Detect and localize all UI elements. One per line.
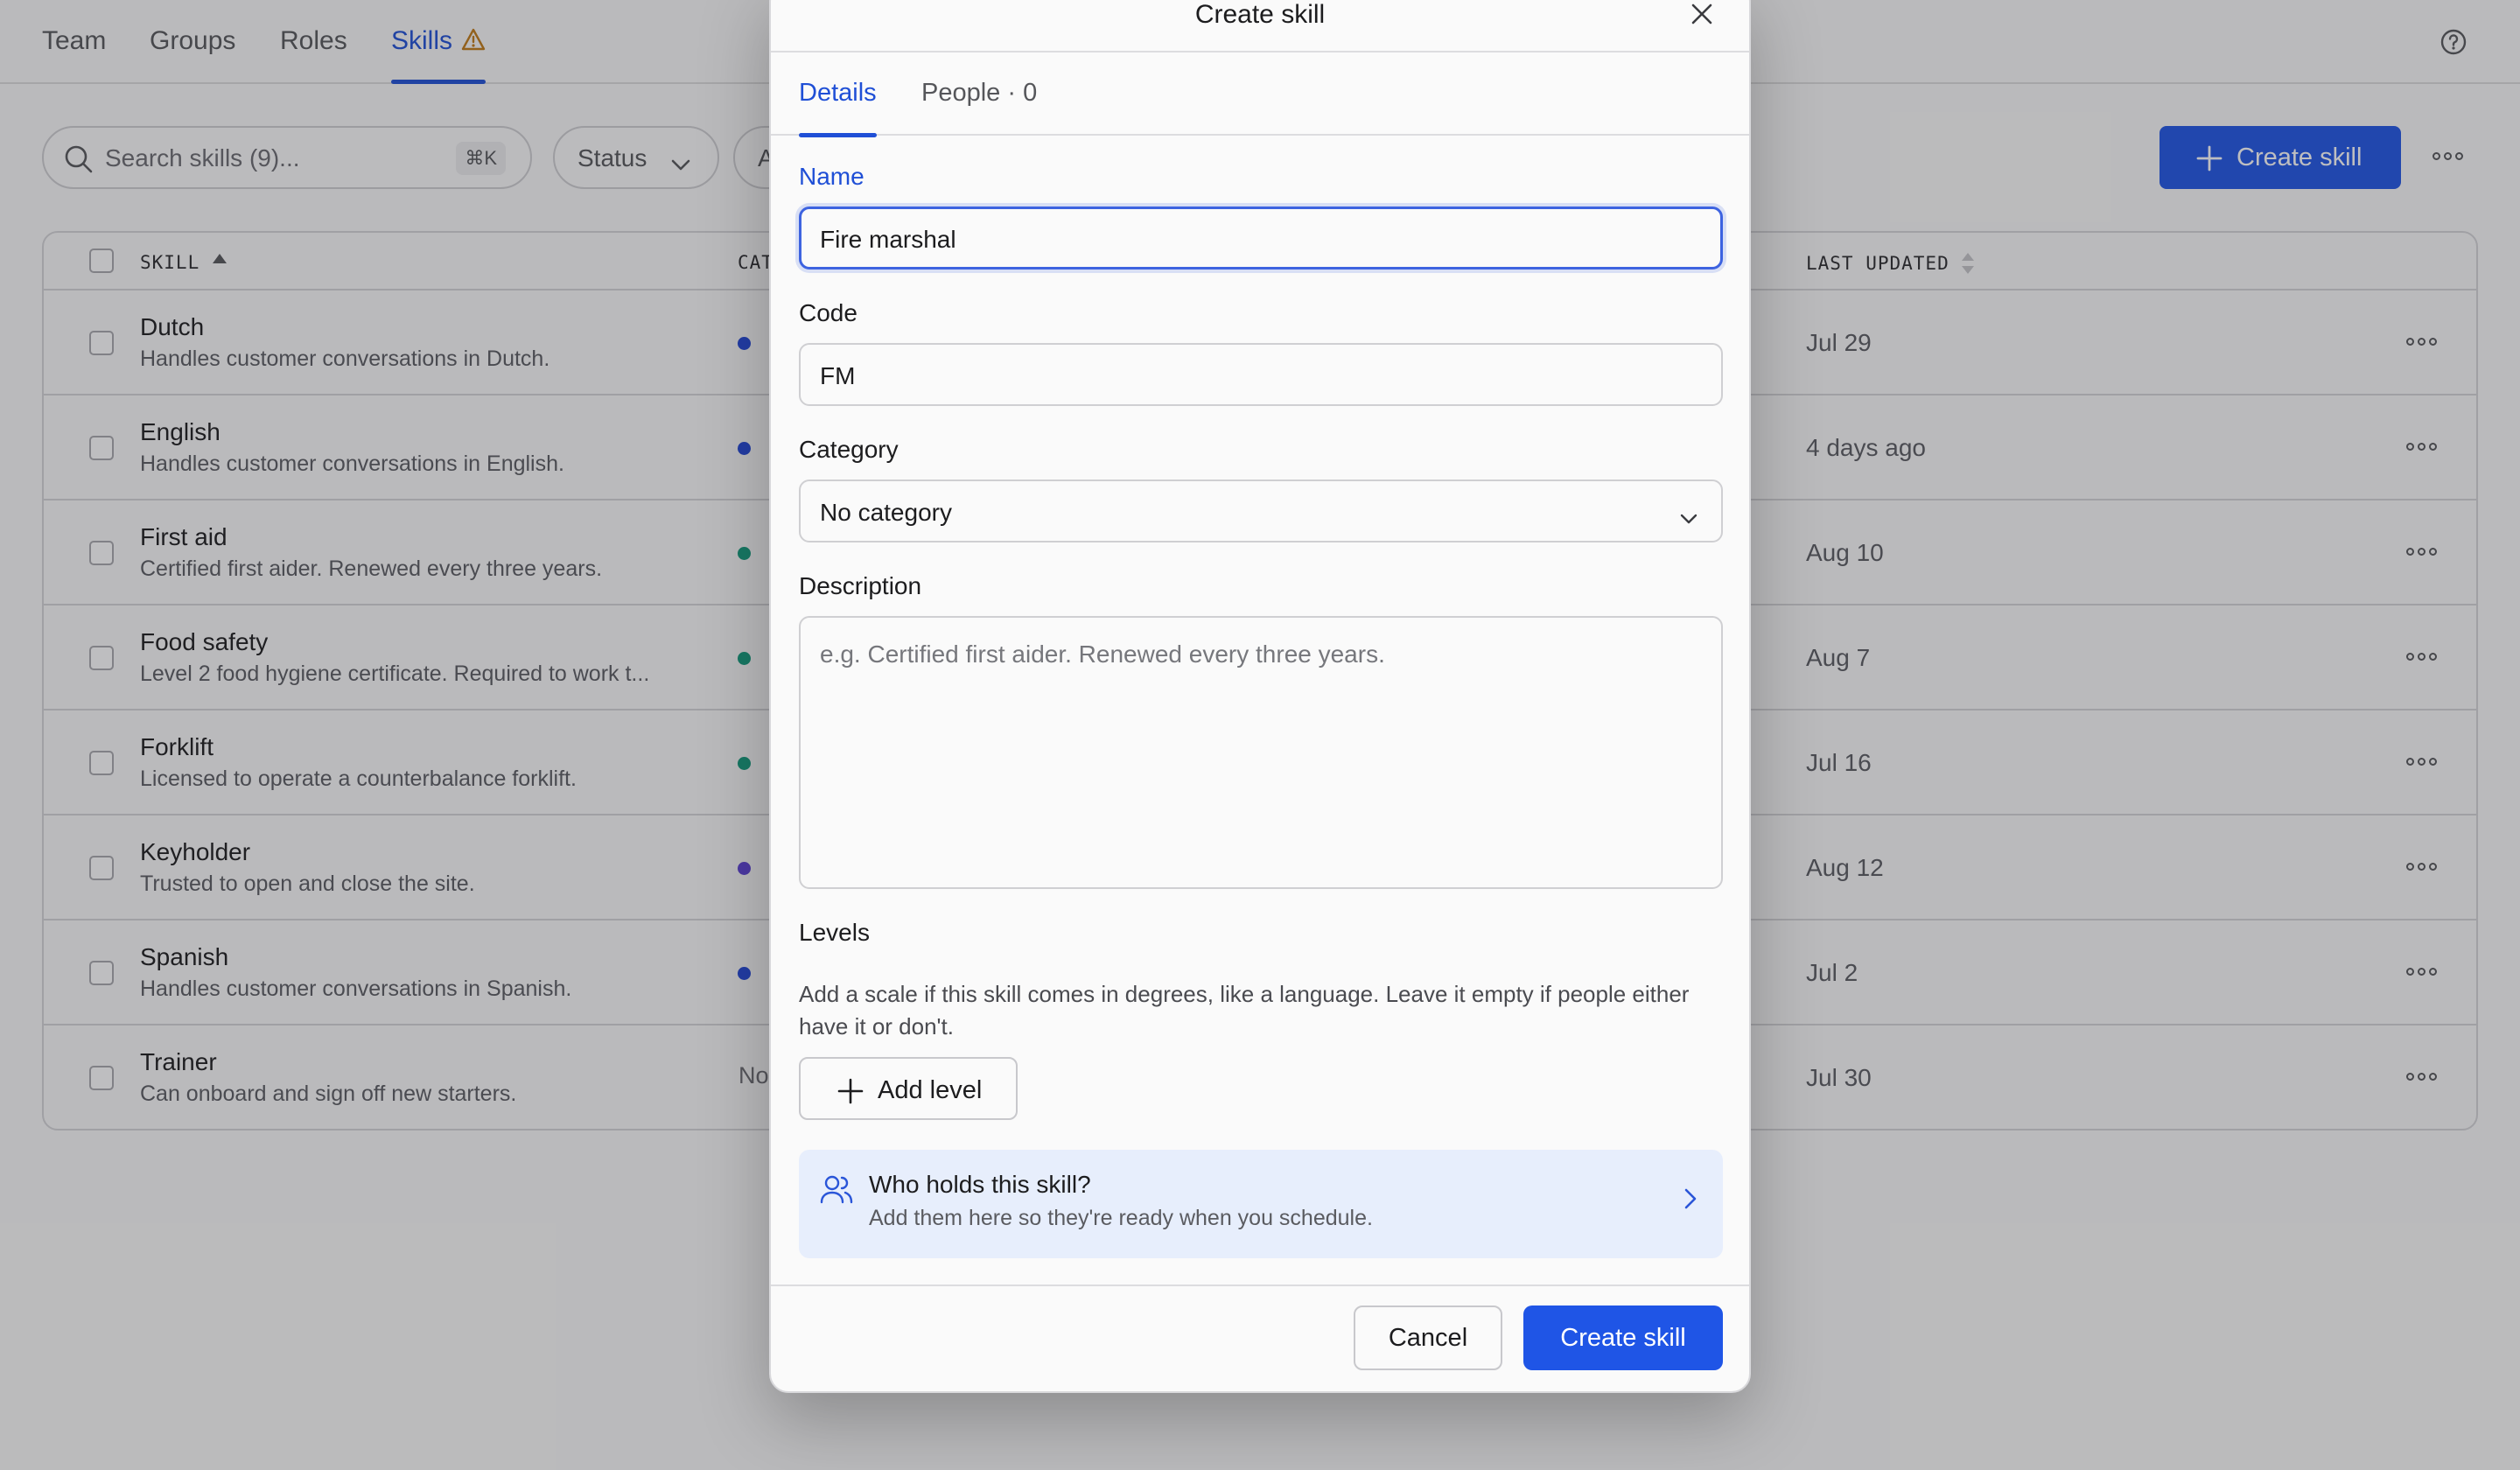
dialog-header: Create skill <box>771 0 1749 52</box>
code-field[interactable]: FM <box>799 343 1723 406</box>
people-icon <box>820 1174 853 1208</box>
dialog-footer: Cancel Create skill <box>771 1284 1749 1391</box>
plus-icon <box>837 1078 864 1111</box>
tab-details[interactable]: Details <box>799 79 877 137</box>
dialog-title: Create skill <box>1194 0 1326 29</box>
code-label: Code <box>799 299 858 326</box>
create-skill-dialog: Create skill Details People · 0 Name Fir… <box>769 0 1751 1393</box>
category-select[interactable]: No category <box>799 480 1723 542</box>
add-level-button[interactable]: Add level <box>799 1057 1018 1120</box>
add-level-label: Add level <box>878 1076 983 1104</box>
dialog-tabs: Details People · 0 <box>771 52 1749 137</box>
chevron-right-icon <box>1683 1186 1698 1215</box>
who-title: Who holds this skill? <box>869 1171 1091 1198</box>
create-skill-submit-button[interactable]: Create skill <box>1523 1306 1723 1370</box>
levels-label: Levels <box>799 919 870 946</box>
name-field[interactable]: Fire marshal <box>799 206 1723 270</box>
levels-help-text: Add a scale if this skill comes in degre… <box>799 981 1690 1040</box>
category-label: Category <box>799 436 899 463</box>
description-field[interactable]: e.g. Certified first aider. Renewed ever… <box>799 616 1723 889</box>
cancel-button[interactable]: Cancel <box>1354 1306 1502 1370</box>
who-holds-skill-card[interactable]: Who holds this skill? Add them here so t… <box>799 1150 1723 1258</box>
name-label: Name <box>799 163 864 190</box>
tab-people[interactable]: People · 0 <box>921 79 1037 136</box>
chevron-down-icon <box>1679 504 1698 532</box>
description-label: Description <box>799 572 922 599</box>
category-value: No category <box>820 499 952 526</box>
who-subtitle: Add them here so they're ready when you … <box>869 1206 1373 1230</box>
close-icon[interactable] <box>1686 0 1718 34</box>
